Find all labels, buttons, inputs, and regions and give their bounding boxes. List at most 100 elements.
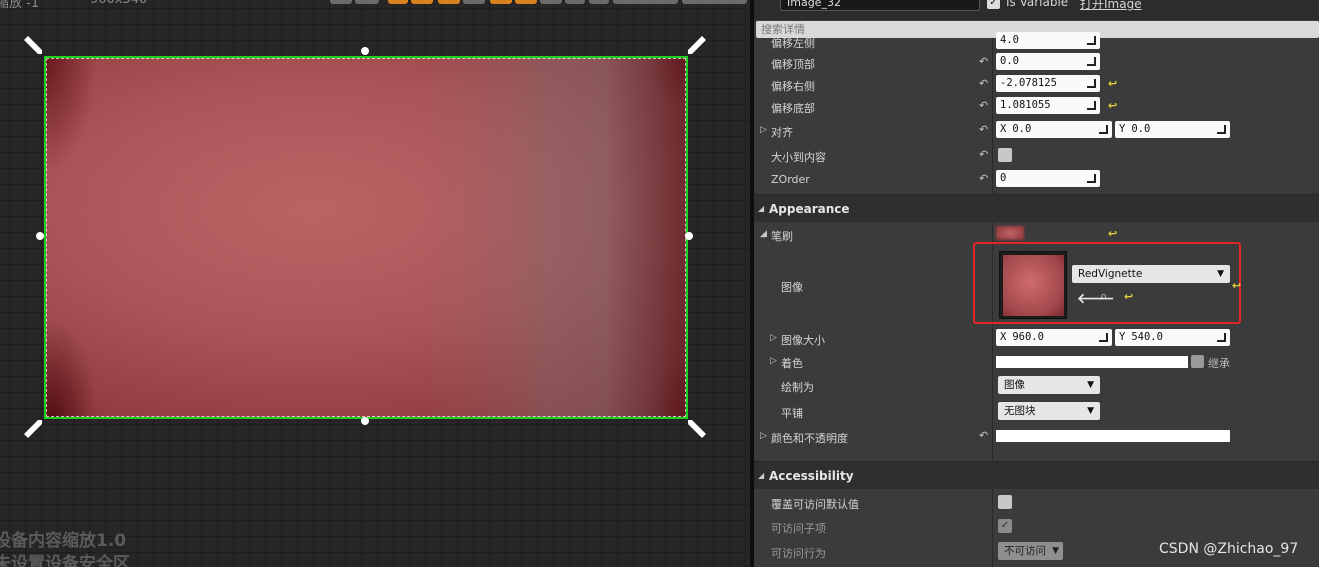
toolbar-button[interactable]	[682, 0, 747, 4]
zorder-label: ZOrder	[771, 173, 810, 186]
image-size-x-value: 960.0	[1012, 331, 1044, 343]
toolbar-button[interactable]	[540, 0, 562, 4]
image-asset-dropdown[interactable]: RedVignette ▼	[1072, 265, 1230, 283]
draw-as-value: 图像	[1004, 379, 1025, 391]
reset-to-default-icon[interactable]: ↶	[979, 56, 990, 67]
override-accessible-checkbox[interactable]	[998, 495, 1012, 509]
zorder-value: 0	[1000, 172, 1007, 184]
offset-left-value: 4.0	[1000, 34, 1019, 46]
offset-bottom-field[interactable]: 1.081055	[996, 97, 1100, 114]
image-thumbnail-frame[interactable]	[999, 251, 1067, 319]
toolbar-button[interactable]	[589, 0, 609, 4]
appearance-category-label: Appearance	[769, 202, 850, 216]
watermark: CSDN @Zhichao_97	[1159, 541, 1299, 557]
alignment-label: 对齐	[771, 126, 793, 139]
revert-arrow-icon[interactable]: ↩	[1108, 227, 1117, 240]
image-thumbnail	[1003, 255, 1064, 316]
widget-name-field[interactable]: Image_32	[780, 0, 980, 11]
safe-zone-text: 未设置设备安全区	[0, 554, 130, 567]
tiling-dropdown[interactable]: 无图块 ▼	[998, 402, 1100, 420]
revert-arrow-icon[interactable]: ↩	[1108, 77, 1117, 90]
accessible-behavior-value: 不可访问	[1004, 545, 1046, 557]
appearance-category[interactable]: ◢ Appearance	[754, 194, 1319, 222]
collapse-arrow-icon[interactable]: ◢	[760, 229, 767, 239]
revert-arrow-icon[interactable]: ↩	[1124, 290, 1133, 303]
toolbar-button[interactable]	[490, 0, 512, 4]
offset-top-field[interactable]: 0.0	[996, 53, 1100, 70]
reset-to-default-icon[interactable]: ↶	[979, 100, 990, 111]
alignment-y-value: 0.0	[1131, 123, 1151, 135]
color-opacity-swatch[interactable]	[996, 430, 1230, 442]
draw-as-dropdown[interactable]: 图像 ▼	[998, 376, 1100, 394]
inherit-checkbox[interactable]	[1191, 355, 1204, 368]
toolbar-button[interactable]	[613, 0, 678, 4]
resolution-label: 960x540	[90, 0, 147, 7]
anchor-top-right-icon[interactable]	[686, 34, 708, 56]
toolbar-button[interactable]	[330, 0, 352, 4]
zorder-field[interactable]: 0	[996, 170, 1100, 187]
toolbar-button[interactable]	[438, 0, 460, 4]
open-image-link[interactable]: 打开Image	[1080, 0, 1142, 12]
expand-arrow-icon[interactable]: ▷	[770, 333, 777, 343]
resize-handle-top[interactable]	[361, 47, 369, 55]
expand-arrow-icon[interactable]: ▷	[760, 125, 767, 135]
accessible-behavior-dropdown: 不可访问 ▼	[998, 542, 1063, 560]
device-content-scale-text: 设备内容缩放1.0	[0, 531, 127, 551]
offset-bottom-value: 1.081055	[1000, 99, 1051, 111]
image-size-y-value: 540.0	[1131, 331, 1163, 343]
reset-to-default-icon[interactable]: ↶	[979, 173, 990, 184]
offset-right-field[interactable]: -2.078125	[996, 75, 1100, 92]
size-to-content-checkbox[interactable]	[998, 148, 1012, 162]
anchor-bottom-left-icon[interactable]	[22, 418, 44, 440]
reset-to-default-icon[interactable]: ↶	[979, 78, 990, 89]
resize-handle-right[interactable]	[685, 232, 693, 240]
is-variable-checkbox[interactable]: ✓	[987, 0, 1000, 9]
reset-to-default-icon[interactable]: ↶	[979, 124, 990, 135]
dropdown-arrow-icon: ▼	[1087, 406, 1094, 416]
anchor-top-left-icon[interactable]	[22, 34, 44, 56]
tint-color-swatch[interactable]	[996, 356, 1188, 368]
reset-to-default-icon[interactable]: ↶	[979, 149, 990, 160]
offset-left-label: 偏移左侧	[771, 37, 815, 50]
override-accessible-label: 覆盖可访问默认值	[771, 498, 859, 511]
image-size-y-field[interactable]: Y 540.0	[1115, 329, 1230, 346]
offset-bottom-label: 偏移底部	[771, 102, 815, 115]
column-divider	[992, 38, 993, 194]
size-to-content-label: 大小到内容	[771, 151, 826, 164]
toolbar-button[interactable]	[411, 0, 433, 4]
reset-to-default-icon[interactable]: ↶	[979, 430, 990, 441]
toolbar-button[interactable]	[565, 0, 585, 4]
toolbar-button[interactable]	[388, 0, 408, 4]
is-variable-label: Is Variable	[1006, 0, 1069, 9]
y-axis-label: Y	[1119, 123, 1126, 135]
dropdown-arrow-icon: ▼	[1052, 546, 1059, 556]
tiling-label: 平铺	[781, 407, 803, 420]
toolbar-button[interactable]	[463, 0, 485, 4]
resize-handle-left[interactable]	[36, 232, 44, 240]
accessibility-category[interactable]: ◢ Accessibility	[754, 461, 1319, 489]
collapse-arrow-icon: ◢	[758, 204, 765, 213]
y-axis-label: Y	[1119, 331, 1126, 343]
brush-label: 笔刷	[771, 230, 793, 243]
tint-label: 着色	[781, 357, 803, 370]
expand-arrow-icon[interactable]: ▷	[760, 431, 767, 441]
use-selected-arrow-icon[interactable]: 🡐	[1077, 290, 1115, 307]
toolbar-button[interactable]	[355, 0, 379, 4]
designer-canvas[interactable]: 缩放 -1 960x540 设备内容缩放1.0 未设置设备安全区	[0, 0, 750, 567]
anchor-bottom-right-icon[interactable]	[686, 418, 708, 440]
designer-toolbar: 缩放 -1 960x540	[0, 0, 750, 11]
revert-arrow-icon[interactable]: ↩	[1232, 279, 1241, 292]
resize-handle-bottom[interactable]	[361, 417, 369, 425]
expand-arrow-icon[interactable]: ▷	[770, 356, 777, 366]
image-size-x-field[interactable]: X 960.0	[996, 329, 1112, 346]
offset-left-field[interactable]: 4.0	[996, 32, 1100, 49]
alignment-x-field[interactable]: X 0.0	[996, 121, 1112, 138]
accessible-behavior-label: 可访问行为	[771, 547, 826, 560]
browse-magnifier-icon[interactable]: ⌕	[1100, 289, 1107, 304]
revert-arrow-icon[interactable]: ↩	[1108, 99, 1117, 112]
alignment-y-field[interactable]: Y 0.0	[1115, 121, 1230, 138]
offset-right-label: 偏移右侧	[771, 80, 815, 93]
accessible-children-checkbox: ✓	[998, 519, 1012, 533]
accessible-children-label: 可访问子项	[771, 522, 826, 535]
toolbar-button[interactable]	[515, 0, 537, 4]
